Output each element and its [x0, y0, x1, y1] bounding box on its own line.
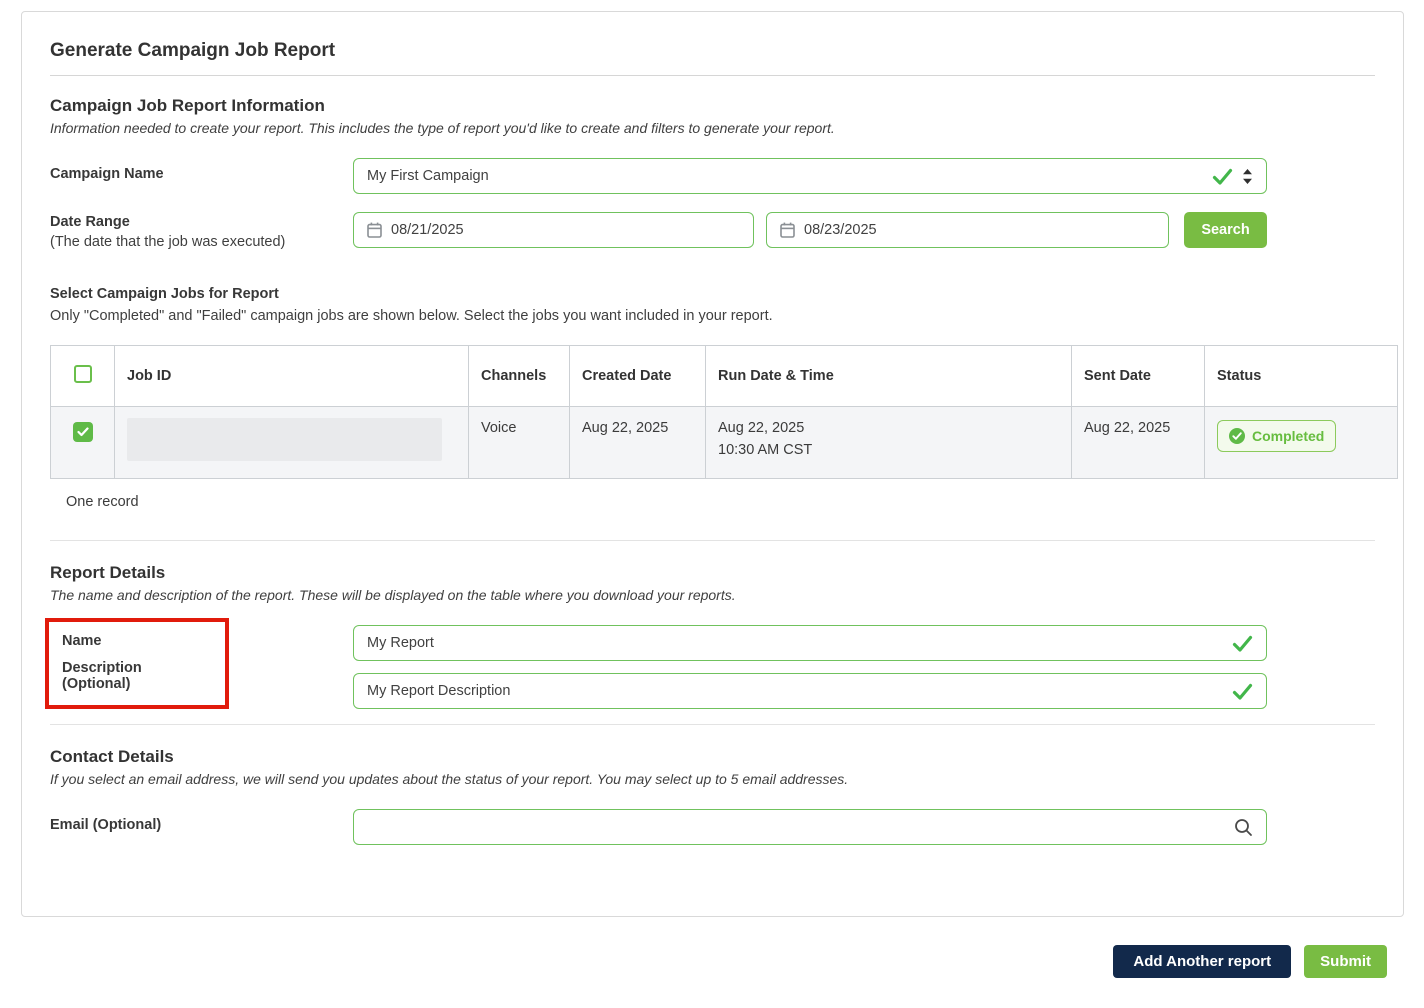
cell-created-date: Aug 22, 2025 [569, 406, 706, 479]
run-time: 10:30 AM CST [718, 442, 813, 458]
job-id-redacted-value [127, 418, 442, 461]
section-divider [50, 724, 1375, 725]
calendar-icon [780, 222, 795, 238]
report-section-description: The name and description of the report. … [50, 587, 736, 603]
select-sort-arrows-icon [1242, 168, 1253, 185]
search-icon[interactable] [1234, 818, 1253, 837]
report-name-label: Name [62, 633, 102, 649]
column-header-created-date[interactable]: Created Date [569, 345, 706, 407]
report-name-input-wrapper [353, 625, 1267, 661]
date-range-label: Date Range [50, 214, 130, 230]
status-badge[interactable]: Completed [1217, 420, 1337, 452]
campaign-name-label: Campaign Name [50, 166, 164, 182]
cell-run-date-time: Aug 22, 2025 10:30 AM CST [705, 406, 1072, 479]
report-description-input-wrapper [353, 673, 1267, 709]
email-input-wrapper [353, 809, 1267, 845]
completed-check-circle-icon [1229, 428, 1245, 444]
page-title: Generate Campaign Job Report [50, 40, 336, 61]
valid-check-icon [1232, 635, 1253, 652]
column-header-job-id[interactable]: Job ID [114, 345, 469, 407]
jobs-heading: Select Campaign Jobs for Report [50, 286, 279, 302]
report-description-label: Description (Optional) [62, 660, 142, 692]
report-section-heading: Report Details [50, 563, 166, 582]
contact-section-description: If you select an email address, we will … [50, 771, 849, 787]
info-section-heading: Campaign Job Report Information [50, 96, 325, 115]
jobs-description: Only "Completed" and "Failed" campaign j… [50, 308, 773, 324]
email-input[interactable] [367, 819, 1234, 835]
highlight-red-box: Name Description (Optional) [45, 618, 229, 709]
end-date-input[interactable] [804, 222, 1155, 238]
column-header-run-date-time[interactable]: Run Date & Time [705, 345, 1072, 407]
valid-check-icon [1212, 168, 1233, 185]
column-header-channels[interactable]: Channels [468, 345, 570, 407]
date-range-row: Date Range (The date that the job was ex… [50, 212, 1375, 250]
campaign-name-row: Campaign Name My First Campaign [50, 158, 1375, 194]
select-all-checkbox[interactable] [73, 365, 92, 383]
valid-check-icon [1232, 683, 1253, 700]
info-section-description: Information needed to create your report… [50, 120, 835, 136]
report-details-rows: Name Description (Optional) [45, 618, 1375, 709]
footer-actions: Add Another report Submit [0, 945, 1424, 978]
contact-section-heading: Contact Details [50, 747, 174, 766]
jobs-table-header-row: Job ID Channels Created Date Run Date & … [50, 345, 1398, 407]
start-date-input-wrapper [353, 212, 754, 248]
report-description-input[interactable] [367, 683, 1232, 699]
start-date-input[interactable] [391, 222, 740, 238]
generate-report-card: Generate Campaign Job Report Campaign Jo… [21, 11, 1404, 917]
email-label: Email (Optional) [50, 817, 162, 833]
date-range-sublabel: (The date that the job was executed) [50, 234, 286, 250]
column-header-sent-date[interactable]: Sent Date [1071, 345, 1205, 407]
run-date: Aug 22, 2025 [718, 420, 805, 436]
submit-button[interactable]: Submit [1304, 945, 1387, 978]
cell-channels: Voice [468, 406, 570, 479]
column-header-status[interactable]: Status [1204, 345, 1398, 407]
search-button[interactable]: Search [1184, 212, 1267, 248]
status-badge-label: Completed [1252, 428, 1325, 444]
report-name-input[interactable] [367, 635, 1232, 651]
table-row: Voice Aug 22, 2025 Aug 22, 2025 10:30 AM… [50, 406, 1398, 479]
campaign-name-select[interactable]: My First Campaign [353, 158, 1267, 194]
record-count: One record [66, 494, 139, 510]
jobs-table: Job ID Channels Created Date Run Date & … [50, 345, 1398, 479]
section-divider [50, 540, 1375, 541]
title-divider [50, 75, 1375, 76]
campaign-name-selected-value: My First Campaign [367, 168, 489, 184]
row-checkbox-checked[interactable] [72, 422, 93, 442]
email-row: Email (Optional) [50, 809, 1375, 845]
calendar-icon [367, 222, 382, 238]
end-date-input-wrapper [766, 212, 1169, 248]
add-another-report-button[interactable]: Add Another report [1113, 945, 1292, 978]
cell-sent-date: Aug 22, 2025 [1071, 406, 1205, 479]
